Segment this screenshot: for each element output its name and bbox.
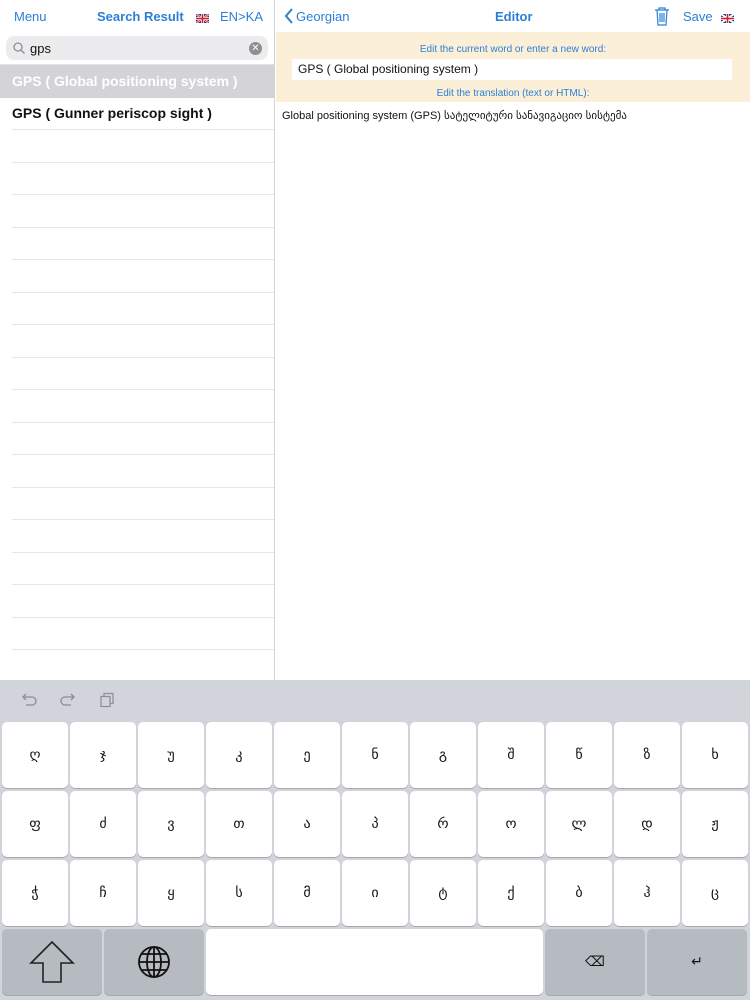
- key[interactable]: ლ: [546, 791, 612, 857]
- keyboard-row-2: ფძვთაპროლდჟ: [2, 791, 750, 857]
- result-row[interactable]: [12, 390, 274, 423]
- shift-key[interactable]: [2, 929, 102, 995]
- shift-arrow-icon: [29, 940, 75, 983]
- key[interactable]: ღ: [2, 722, 68, 788]
- result-row[interactable]: [12, 195, 274, 228]
- results-list: GPS ( Global positioning system ) GPS ( G…: [0, 65, 274, 683]
- key[interactable]: თ: [206, 791, 272, 857]
- result-row[interactable]: [12, 228, 274, 260]
- key[interactable]: ფ: [2, 791, 68, 857]
- keyboard-row-1: ღჯუკენგშწზხ: [2, 722, 750, 788]
- uk-flag-icon: [195, 11, 210, 26]
- result-row[interactable]: [12, 650, 274, 683]
- key[interactable]: ჯ: [70, 722, 136, 788]
- key[interactable]: პ: [342, 791, 408, 857]
- search-result-title: Search Result: [97, 9, 184, 24]
- key[interactable]: წ: [546, 722, 612, 788]
- key[interactable]: ა: [274, 791, 340, 857]
- result-row[interactable]: [12, 553, 274, 585]
- search-bar: gps ✕: [0, 32, 274, 65]
- key[interactable]: ჭ: [2, 860, 68, 926]
- globe-key[interactable]: [104, 929, 204, 995]
- right-navigation-bar: Georgian Editor Save: [276, 0, 750, 32]
- result-row[interactable]: [12, 358, 274, 390]
- space-key[interactable]: [206, 929, 543, 995]
- result-row[interactable]: [12, 260, 274, 293]
- search-icon: [13, 42, 25, 54]
- result-row[interactable]: [12, 293, 274, 325]
- uk-flag-icon: [720, 11, 735, 26]
- key[interactable]: ი: [342, 860, 408, 926]
- language-direction-button[interactable]: EN>KA: [220, 9, 263, 24]
- key[interactable]: ქ: [478, 860, 544, 926]
- search-input[interactable]: gps ✕: [6, 36, 268, 60]
- key[interactable]: ძ: [70, 791, 136, 857]
- result-row[interactable]: [12, 520, 274, 553]
- delete-key[interactable]: ⌫: [545, 929, 645, 995]
- key[interactable]: ე: [274, 722, 340, 788]
- back-button-label: Georgian: [296, 8, 350, 24]
- left-navigation-bar: Menu Search Result EN>KA: [0, 0, 274, 32]
- keyboard-toolbar: [0, 680, 750, 720]
- chevron-left-icon: [284, 8, 293, 24]
- result-row[interactable]: GPS ( Global positioning system ): [0, 65, 274, 98]
- result-row[interactable]: [12, 488, 274, 520]
- back-button[interactable]: Georgian: [284, 8, 349, 24]
- key[interactable]: ბ: [546, 860, 612, 926]
- result-row[interactable]: [12, 423, 274, 455]
- key[interactable]: რ: [410, 791, 476, 857]
- key[interactable]: ჰ: [614, 860, 680, 926]
- result-row[interactable]: GPS ( Gunner periscop sight ): [12, 98, 274, 130]
- keyboard-row-3: ჭჩყსმიტქბჰც: [2, 860, 750, 926]
- return-key[interactable]: ↵: [647, 929, 747, 995]
- key[interactable]: შ: [478, 722, 544, 788]
- key[interactable]: ხ: [682, 722, 748, 788]
- key[interactable]: მ: [274, 860, 340, 926]
- key[interactable]: კ: [206, 722, 272, 788]
- translation-textarea[interactable]: Global positioning system (GPS) სატელიტუ…: [276, 102, 750, 129]
- key[interactable]: ო: [478, 791, 544, 857]
- key[interactable]: გ: [410, 722, 476, 788]
- key[interactable]: ყ: [138, 860, 204, 926]
- key[interactable]: ჟ: [682, 791, 748, 857]
- editor-panel: Georgian Editor Save Edit the current wo…: [276, 0, 750, 680]
- menu-button[interactable]: Menu: [14, 9, 47, 24]
- trash-icon[interactable]: [654, 6, 670, 29]
- key[interactable]: ვ: [138, 791, 204, 857]
- globe-icon: [138, 946, 170, 978]
- result-row[interactable]: [12, 163, 274, 195]
- clear-search-icon[interactable]: ✕: [249, 41, 262, 55]
- search-input-value: gps: [30, 40, 51, 56]
- key[interactable]: ს: [206, 860, 272, 926]
- key[interactable]: უ: [138, 722, 204, 788]
- key[interactable]: დ: [614, 791, 680, 857]
- key[interactable]: ნ: [342, 722, 408, 788]
- edit-translation-label: Edit the translation (text or HTML):: [436, 88, 590, 99]
- save-button[interactable]: Save: [683, 9, 713, 24]
- result-row[interactable]: [12, 130, 274, 163]
- redo-icon[interactable]: [59, 692, 77, 711]
- paste-icon[interactable]: [99, 692, 115, 713]
- result-row[interactable]: [12, 455, 274, 488]
- key[interactable]: ჩ: [70, 860, 136, 926]
- result-row[interactable]: [12, 325, 274, 358]
- edit-word-label: Edit the current word or enter a new wor…: [419, 44, 607, 55]
- key[interactable]: ტ: [410, 860, 476, 926]
- editor-title: Editor: [495, 9, 533, 24]
- georgian-keyboard: ღჯუკენგშწზხ ფძვთაპროლდჟ ჭჩყსმიტქბჰც ⌫ ↵: [0, 680, 750, 1000]
- keyboard-row-4: ⌫ ↵: [2, 929, 749, 995]
- result-row[interactable]: [12, 585, 274, 618]
- search-results-panel: Menu Search Result EN>KA gps ✕ GPS ( Glo…: [0, 0, 275, 683]
- word-input[interactable]: GPS ( Global positioning system ): [292, 59, 732, 80]
- edit-word-section: Edit the current word or enter a new wor…: [276, 32, 750, 102]
- undo-icon[interactable]: [20, 692, 38, 711]
- key[interactable]: ც: [682, 860, 748, 926]
- result-row[interactable]: [12, 618, 274, 650]
- key[interactable]: ზ: [614, 722, 680, 788]
